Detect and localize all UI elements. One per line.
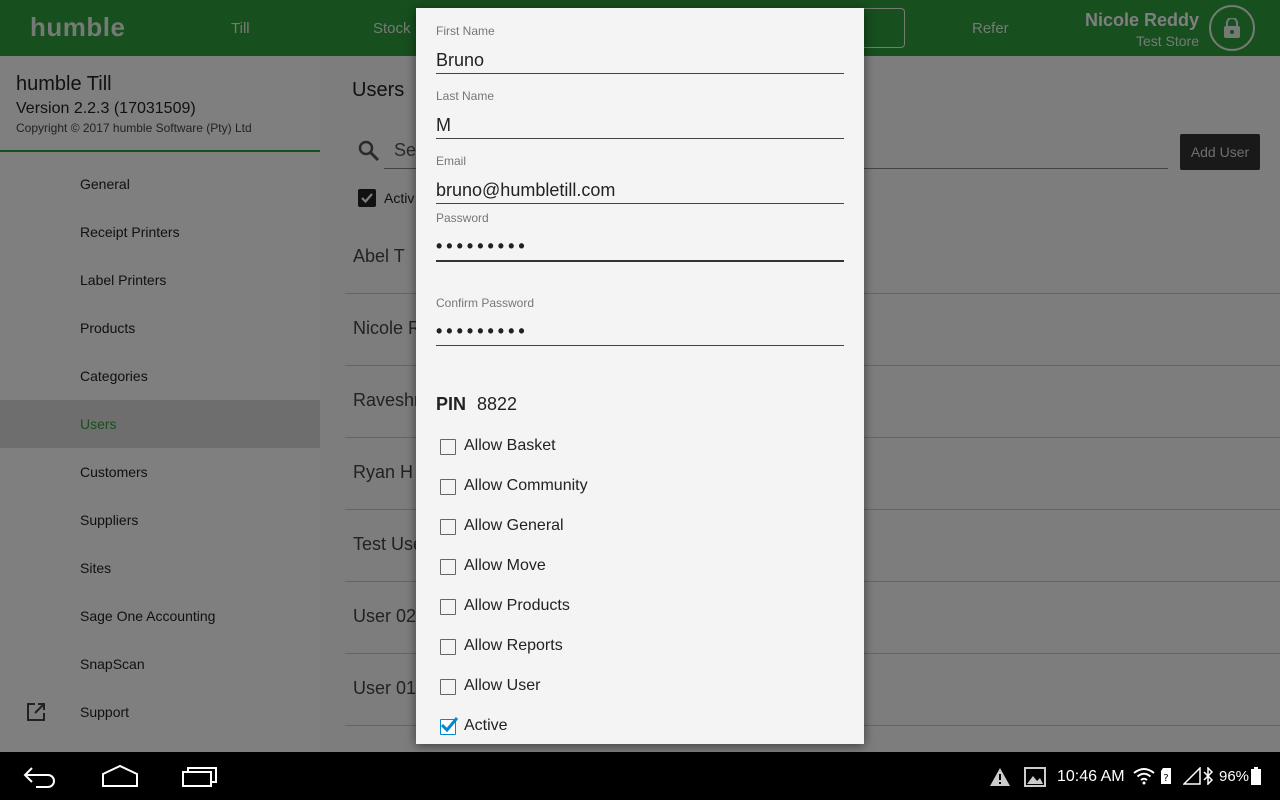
first-name-underline: [436, 73, 844, 74]
email-label: Email: [436, 154, 467, 168]
checkbox[interactable]: [440, 679, 456, 695]
email-field[interactable]: Email bruno@humbletill.com: [436, 154, 844, 204]
confirm-password-input[interactable]: •••••••••: [436, 321, 529, 342]
checkbox-label: Allow Move: [464, 557, 546, 574]
allow-products-checkbox[interactable]: Allow Products: [440, 595, 820, 619]
allow-general-checkbox[interactable]: Allow General: [440, 515, 820, 539]
checkmark-icon: [440, 717, 459, 733]
checkbox[interactable]: [440, 717, 459, 735]
back-icon[interactable]: [22, 762, 58, 790]
checkbox-label: Allow General: [464, 517, 564, 534]
password-label: Password: [436, 211, 489, 225]
signal-icon: [1183, 767, 1201, 785]
email-underline: [436, 203, 844, 204]
confirm-password-underline: [436, 345, 844, 346]
email-input[interactable]: bruno@humbletill.com: [436, 180, 615, 201]
allow-move-checkbox[interactable]: Allow Move: [440, 555, 820, 579]
checkbox-label: Allow Basket: [464, 437, 556, 454]
edit-user-dialog: First Name Bruno Last Name M Email bruno…: [416, 8, 864, 744]
allow-user-checkbox[interactable]: Allow User: [440, 675, 820, 699]
allow-community-checkbox[interactable]: Allow Community: [440, 475, 820, 499]
checkbox-label: Allow Products: [464, 597, 570, 614]
battery-icon: [1251, 767, 1261, 785]
first-name-label: First Name: [436, 24, 495, 38]
recent-apps-icon[interactable]: [181, 762, 219, 790]
pin-label: PIN: [436, 394, 467, 414]
status-clock: 10:46 AM: [1057, 768, 1125, 785]
checkbox-label: Allow Community: [464, 477, 588, 494]
checkbox-label: Active: [464, 717, 508, 734]
checkbox[interactable]: [440, 479, 456, 495]
svg-text:?: ?: [1163, 773, 1168, 784]
checkbox[interactable]: [440, 599, 456, 615]
home-icon[interactable]: [101, 762, 139, 790]
warning-icon: [990, 768, 1010, 786]
confirm-password-field[interactable]: Confirm Password •••••••••: [436, 296, 844, 348]
wifi-icon: [1133, 768, 1155, 785]
first-name-input[interactable]: Bruno: [436, 50, 484, 71]
last-name-underline: [436, 138, 844, 139]
checkbox[interactable]: [440, 639, 456, 655]
password-field[interactable]: Password •••••••••: [436, 211, 844, 263]
checkbox[interactable]: [440, 559, 456, 575]
last-name-field[interactable]: Last Name M: [436, 89, 844, 139]
password-input[interactable]: •••••••••: [436, 236, 529, 257]
first-name-field[interactable]: First Name Bruno: [436, 24, 844, 74]
bluetooth-icon: [1203, 767, 1214, 785]
checkbox[interactable]: [440, 439, 456, 455]
last-name-label: Last Name: [436, 89, 495, 103]
battery-percentage: 96%: [1219, 768, 1250, 785]
confirm-password-label: Confirm Password: [436, 296, 535, 310]
active-checkbox[interactable]: Active: [440, 715, 820, 739]
checkbox[interactable]: [440, 519, 456, 535]
no-sim-icon: ?: [1161, 768, 1171, 784]
allow-reports-checkbox[interactable]: Allow Reports: [440, 635, 820, 659]
allow-basket-checkbox[interactable]: Allow Basket: [440, 435, 820, 459]
image-icon: [1024, 767, 1046, 787]
system-nav-bar: 10:46 AM ? 96%: [0, 752, 1280, 800]
password-underline: [436, 260, 844, 262]
last-name-input[interactable]: M: [436, 115, 451, 136]
checkbox-label: Allow User: [464, 677, 541, 694]
pin-value: 8822: [477, 394, 518, 414]
checkbox-label: Allow Reports: [464, 637, 563, 654]
